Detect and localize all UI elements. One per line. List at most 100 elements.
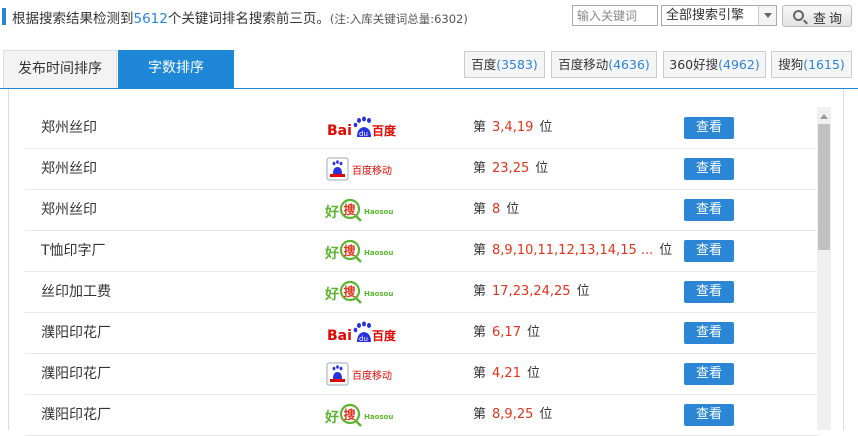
engine-filter-baidu-mobile[interactable]: 百度移动(4636) [551,51,657,78]
engine-filter-sogou[interactable]: 搜狗(1615) [771,51,852,78]
engine-filter-name: 百度移动 [558,57,609,72]
engine-filter-count: (1615) [803,57,845,72]
row-keyword: 濮阳印花厂 [41,366,111,382]
engine-filter-360haosou[interactable]: 360好搜(4962) [663,51,766,78]
view-button[interactable]: 查看 [684,281,734,303]
table-row: 濮阳印花厂 百度移动 第 4,21 位 查看 [25,354,819,395]
summary-count: 5612 [133,11,168,27]
haosou-logo-hao: 好 [325,245,339,262]
row-engine-logo: 好 搜 Haosou [324,280,415,304]
row-keyword: 濮阳印花厂 [41,325,111,341]
baidu-mobile-logo-text: 百度移动 [352,164,392,177]
rank-positions: 4,21 [492,366,521,381]
keyword-search-input[interactable] [572,5,658,26]
ranking-list: 郑州丝印 Bai du 百度 第 3,4,19 位 查看 郑州丝印 百度移动 第 23,2… [25,108,819,436]
rank-positions: 17,23,24,25 [492,284,571,299]
table-row: 郑州丝印 百度移动 第 23,25 位 查看 [25,149,819,190]
engine-filter-count: (3583) [496,57,538,72]
rank-suffix: 位 [539,120,553,135]
view-button[interactable]: 查看 [684,158,734,180]
haosou-logo-sou: 搜 [344,407,357,422]
view-button[interactable]: 查看 [684,363,734,385]
haosou-logo: 好 搜 Haosou [324,280,393,304]
scroll-up-arrow-icon[interactable] [820,114,828,119]
engine-filter-count: (4636) [608,57,650,72]
row-rank: 第 17,23,24,25 位 [473,272,590,312]
rank-positions: 23,25 [492,161,530,176]
rank-prefix: 第 [473,120,487,135]
row-rank: 第 3,4,19 位 [473,108,552,148]
engine-select-value: 全部搜索引擎 [666,8,745,23]
row-rank: 第 23,25 位 [473,149,548,189]
summary-prefix: 根据搜索结果检测到 [12,11,134,27]
haosou-logo-en: Haosou [364,208,393,216]
engine-filter-name: 百度 [471,57,497,72]
table-row: 丝印加工费 好 搜 Haosou 第 17,23,24,25 位 查看 [25,272,819,313]
row-keyword: 郑州丝印 [41,120,97,136]
row-keyword: T恤印字厂 [41,243,106,259]
view-button[interactable]: 查看 [684,117,734,139]
query-button-label: 查询 [813,12,846,27]
row-rank: 第8位 [473,190,519,230]
summary-note: (注:入库关键词总量:6302) [329,12,468,26]
table-row: 濮阳印花厂 Bai du 百度 第 6,17 位 查看 [25,313,819,354]
view-button[interactable]: 查看 [684,404,734,426]
engine-filter-name: 360好搜 [669,57,719,72]
svg-text:du: du [359,130,368,138]
haosou-logo-en: Haosou [364,290,393,298]
haosou-logo-hao: 好 [325,286,339,303]
rank-positions: 8 [492,202,501,217]
baidu-mobile-logo: 百度移动 [326,362,392,386]
row-keyword: 濮阳印花厂 [41,407,111,423]
rank-prefix: 第 [473,284,487,299]
chevron-down-icon[interactable] [758,6,776,25]
engine-filter-baidu[interactable]: 百度(3583) [464,51,545,78]
rank-suffix: 位 [526,325,540,340]
haosou-logo-hao: 好 [325,204,339,221]
table-row: 郑州丝印 好 搜 Haosou 第 8 位 查看 [25,190,819,231]
search-icon [793,10,804,21]
rank-positions: 8,9,25 [492,407,534,422]
row-engine-logo: Bai du 百度 [325,116,415,140]
row-rank: 第 6,17 位 [473,313,540,353]
haosou-logo-en: Haosou [364,413,393,421]
row-engine-logo: 好 搜 Haosou [324,239,415,263]
baidu-logo-bai: Bai [327,328,352,344]
tab-sort-by-length[interactable]: 字数排序 [118,50,234,88]
row-engine-logo: 好 搜 Haosou [324,403,415,427]
view-button[interactable]: 查看 [684,199,734,221]
baidu-mobile-logo-text: 百度移动 [352,369,392,382]
rank-prefix: 第 [473,161,487,176]
rank-positions: 8,9,10,11,12,13,14,15 ... [492,243,654,258]
scrollbar-thumb[interactable] [818,124,830,250]
rank-suffix: 位 [576,284,590,299]
table-row: 郑州丝印 Bai du 百度 第 3,4,19 位 查看 [25,108,819,149]
row-engine-logo: 百度移动 [325,157,415,181]
results-panel: 郑州丝印 Bai du 百度 第 3,4,19 位 查看 郑州丝印 百度移动 第 23,2… [8,89,844,436]
row-engine-logo: 百度移动 [325,362,415,386]
tab-sort-by-time[interactable]: 发布时间排序 [3,50,117,88]
row-engine-logo: Bai du 百度 [325,321,415,345]
view-button[interactable]: 查看 [684,240,734,262]
baidu-logo-cn: 百度 [372,123,397,138]
rank-suffix: 位 [535,161,549,176]
haosou-logo-sou: 搜 [344,202,357,217]
haosou-logo-hao: 好 [325,409,339,426]
baidu-logo-bai: Bai [327,123,352,139]
scrollbar[interactable] [817,107,831,430]
header-accent-bar [2,8,6,25]
rank-suffix: 位 [506,202,520,217]
view-button[interactable]: 查看 [684,322,734,344]
query-button[interactable]: 查询 [782,5,852,27]
engine-select[interactable]: 全部搜索引擎 [661,5,777,26]
results-summary: 根据搜索结果检测到5612个关键词排名搜索前三页。(注:入库关键词总量:6302… [12,7,468,27]
baidu-mobile-logo: 百度移动 [326,157,392,181]
paw-icon: du [353,321,371,343]
row-engine-logo: 好 搜 Haosou [324,198,415,222]
haosou-logo: 好 搜 Haosou [324,198,393,222]
rank-prefix: 第 [473,325,487,340]
haosou-logo-en: Haosou [364,249,393,257]
rank-positions: 6,17 [492,325,521,340]
rank-suffix: 位 [539,407,553,422]
engine-filter-name: 搜狗 [778,57,804,72]
